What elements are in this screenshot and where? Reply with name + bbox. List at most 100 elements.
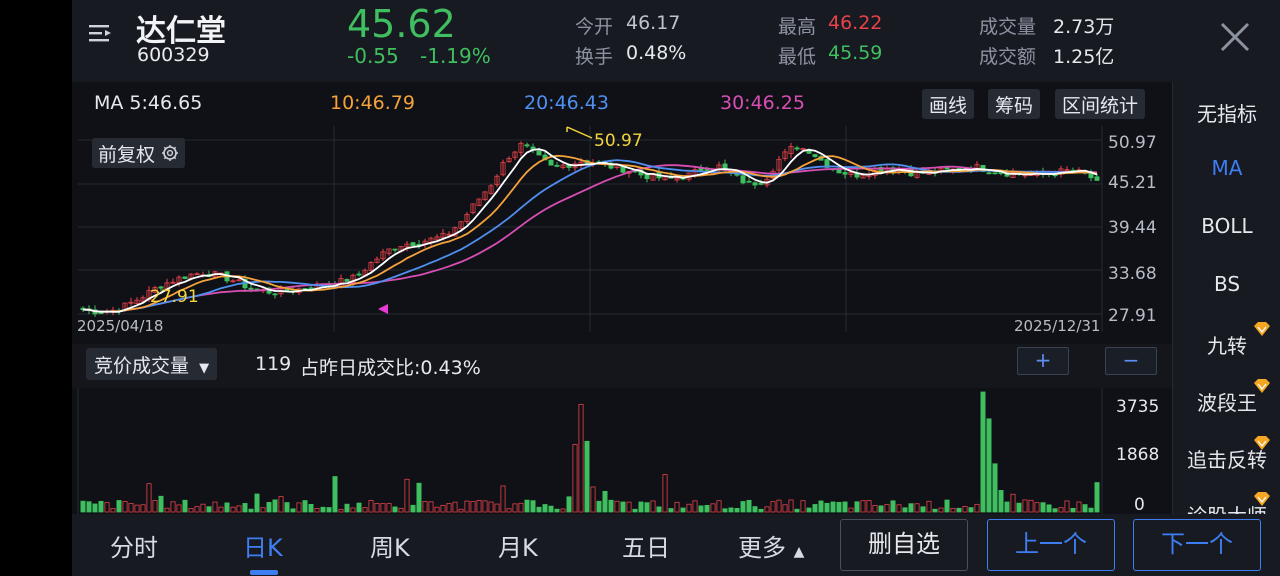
tab-five-day[interactable]: 五日 [622,528,670,563]
volume-bar [380,503,386,513]
volume-bar [164,507,170,513]
range-stats-button[interactable]: 区间统计 [1055,89,1146,119]
start-date-label: 2025/04/18 [77,317,163,335]
volume-bar [1046,504,1052,513]
prev-stock-button[interactable]: 上一个 [987,519,1115,571]
volume-bar [962,506,968,513]
volume-bar [248,508,254,513]
tab-more[interactable]: 更多 ▲ [738,528,804,563]
volume-bar [242,503,248,513]
indicator-ma[interactable]: MA [1173,156,1280,180]
volume-bar [152,500,158,513]
volume-bar [602,490,608,513]
indicator-zhengu[interactable]: 诊股大师 [1173,492,1280,514]
volume-bar [896,504,902,513]
candle [248,287,254,290]
volume-bar [824,502,830,513]
volume-bar [752,506,758,513]
volume-bar [560,508,566,513]
kline-chart-panel: MA 5:46.65 10:46.79 20:46.43 30:46.25 画线… [72,82,1172,514]
amount-label: 成交额 [979,46,1037,68]
stock-code: 600329 [137,44,210,66]
volume-bar [746,499,752,513]
candle [944,167,950,170]
volume-bar [482,500,488,513]
volume-bar [950,507,956,513]
volume-bar [1034,502,1040,513]
candle [992,172,998,175]
volume-bar [446,503,452,513]
volume-indicator-select[interactable]: 竞价成交量 ▼ [86,348,218,380]
end-date-label: 2025/12/31 [1014,317,1100,335]
volume-bar [1040,502,1046,513]
ma5-value: MA 5:46.65 [94,92,203,114]
volume-bar [1010,493,1016,513]
tab-weekly-k[interactable]: 周K [370,528,410,563]
volume-bar [266,502,272,513]
volume-bar [548,505,554,513]
open-label: 今开 [575,16,614,38]
indicator-bs[interactable]: BS [1173,272,1280,296]
draw-line-button[interactable]: 画线 [922,89,975,119]
volume-bar [92,503,98,513]
tab-monthly-k[interactable]: 月K [498,528,538,563]
indicator-boll[interactable]: BOLL [1173,214,1280,238]
volume-bar [542,504,548,513]
indicator-none[interactable]: 无指标 [1173,98,1280,127]
tab-daily-k[interactable]: 日K [243,528,283,563]
kline-chart[interactable]: 50.97 27.91 50.97 45.21 39.44 33.68 27.9… [72,126,1172,344]
indicator-jiuzhuan[interactable]: 九转 [1173,322,1280,359]
volume-bar [782,504,788,513]
volume-bar [620,501,626,513]
volume-bar [596,500,602,513]
volume-bar [1082,504,1088,513]
volume-bar [326,507,332,513]
adjust-mode-button[interactable]: 前复权 [92,138,186,168]
volume-bar [524,499,530,513]
low-label: 最低 [778,46,817,68]
next-stock-button[interactable]: 下一个 [1133,519,1261,571]
volume-bar [440,504,446,513]
current-price: 45.62 [347,2,456,46]
volume-bar [722,508,728,513]
price-change-percent: -1.19% [420,44,491,68]
volume-bar [686,503,692,513]
close-icon[interactable] [1218,20,1252,54]
auction-volume-value: 119 [255,353,292,375]
volume-bar [476,500,482,513]
volume-bar [80,500,86,513]
tab-intraday[interactable]: 分时 [110,528,158,563]
volume-bar [674,501,680,513]
volume-bar [974,503,980,513]
volume-bar [146,483,152,513]
volume-bar [1004,501,1010,513]
chips-button[interactable]: 筹码 [988,89,1041,119]
volume-bar [434,506,440,513]
remove-watchlist-button[interactable]: 删自选 [840,519,968,571]
volume-bar [494,503,500,513]
volume-bar [632,508,638,513]
volume-bar [422,501,428,513]
volume-bar [512,503,518,513]
indicator-zhuiji[interactable]: 追击反转 [1173,436,1280,473]
volume-bar [644,502,650,513]
volume-bar [110,508,116,513]
ma20-value: 20:46.43 [524,92,609,114]
volume-bar [398,507,404,513]
volume-bar [194,506,200,513]
zoom-in-button[interactable]: + [1017,347,1069,375]
volume-bar [290,508,296,513]
volume-bar [200,503,206,513]
volume-bar [740,501,746,513]
price-axis-tick: 50.97 [1108,133,1157,153]
volume-bar [374,502,380,513]
indicator-boduanwang[interactable]: 波段王 [1173,379,1280,416]
volume-bar [218,506,224,513]
stock-detail-app: 达仁堂 600329 45.62 -0.55 -1.19% 今开 46.17 换… [72,0,1280,576]
volume-bar [338,508,344,513]
menu-icon[interactable] [86,18,116,48]
volume-bar [914,503,920,513]
zoom-out-button[interactable]: − [1105,347,1157,375]
volume-bar [698,505,704,513]
volume-bar [938,507,944,513]
